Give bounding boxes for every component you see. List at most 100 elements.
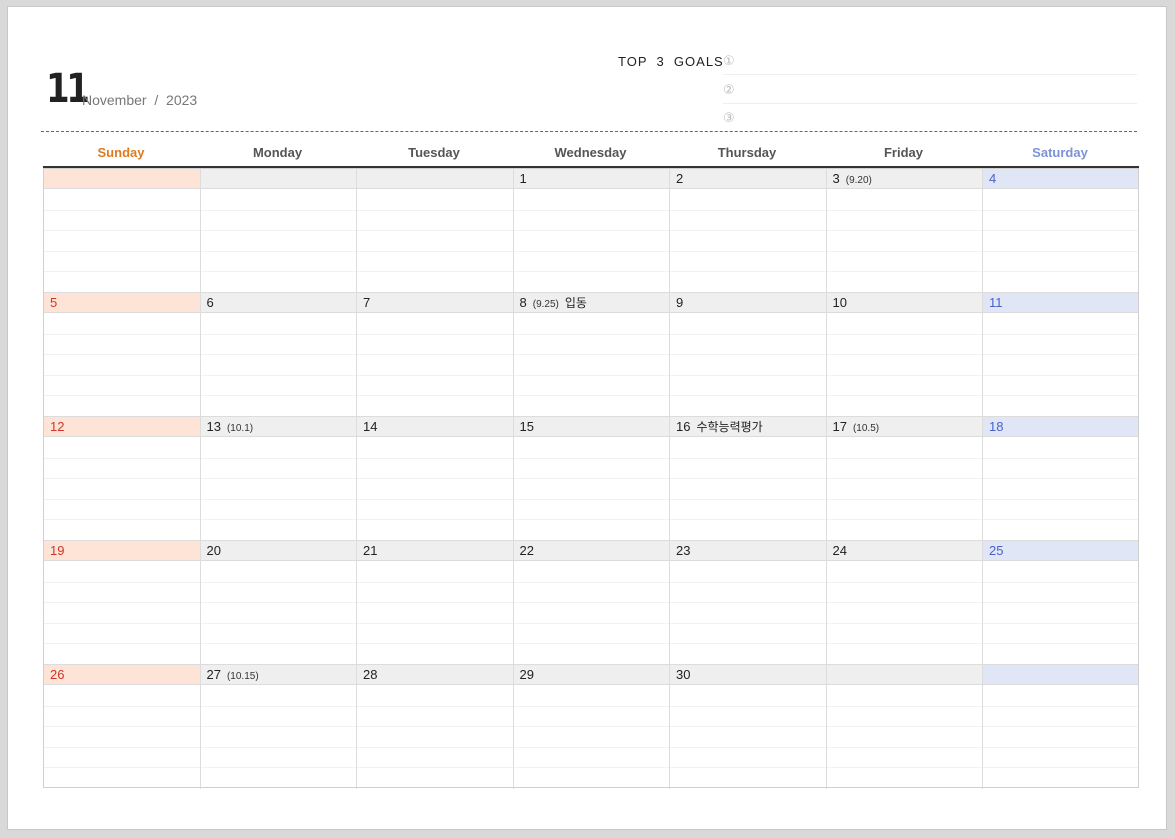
goal-row-3[interactable]: ③ <box>723 104 1137 132</box>
writing-line <box>670 478 826 480</box>
writing-line <box>670 271 826 273</box>
calendar-grid: 1 2 3 (9.20) 4 5 6 7 8 (9.25) 입동 9 10 11 12 13 (10.1) 14 1… <box>43 168 1139 789</box>
writing-line <box>983 354 1138 356</box>
day-cell[interactable]: 9 <box>670 293 827 417</box>
day-cell[interactable]: 1 <box>513 169 670 293</box>
day-number: 27 <box>206 667 221 682</box>
day-cell[interactable]: 27 (10.15) <box>200 665 357 789</box>
day-cell[interactable]: 26 <box>44 665 201 789</box>
writing-line <box>513 726 669 728</box>
writing-line <box>357 250 513 252</box>
lunar-date: (10.5) <box>852 423 880 434</box>
writing-line <box>826 643 982 645</box>
day-cell[interactable]: 24 <box>826 541 983 665</box>
weekday-header-friday: Friday <box>883 145 923 160</box>
day-cell[interactable] <box>44 169 201 293</box>
writing-line <box>513 746 669 748</box>
day-cell-header <box>983 665 1138 685</box>
weekday-header-thursday: Thursday <box>717 145 777 160</box>
day-number: 4 <box>989 171 997 186</box>
day-cell-header: 22 <box>513 541 669 561</box>
writing-line <box>983 622 1138 624</box>
day-cell[interactable]: 29 <box>513 665 670 789</box>
day-cell[interactable]: 2 <box>670 169 827 293</box>
writing-line <box>670 250 826 252</box>
goal-row-1[interactable]: ① <box>723 47 1137 75</box>
writing-line <box>357 602 513 604</box>
day-cell[interactable]: 8 (9.25) 입동 <box>513 293 670 417</box>
day-cell[interactable]: 19 <box>44 541 201 665</box>
lunar-date: (9.20) <box>845 175 872 186</box>
day-cell-header <box>44 169 200 189</box>
writing-line <box>357 746 513 748</box>
writing-line <box>513 643 669 645</box>
writing-line <box>513 602 669 604</box>
day-cell[interactable]: 14 <box>357 417 514 541</box>
day-cell[interactable] <box>983 665 1138 789</box>
writing-line <box>44 767 200 769</box>
writing-line <box>670 333 826 335</box>
writing-line <box>357 767 513 769</box>
day-cell-header: 1 <box>513 169 669 189</box>
day-number: 23 <box>676 543 691 558</box>
day-cell[interactable] <box>826 665 983 789</box>
day-number: 5 <box>50 295 58 310</box>
day-cell-header: 15 <box>513 417 669 437</box>
day-cell[interactable]: 15 <box>513 417 670 541</box>
day-cell[interactable]: 28 <box>357 665 514 789</box>
weekday-header-sunday: Sunday <box>97 145 145 160</box>
writing-line <box>983 726 1138 728</box>
day-cell[interactable]: 5 <box>44 293 201 417</box>
day-cell[interactable]: 10 <box>826 293 983 417</box>
day-number: 14 <box>363 419 378 434</box>
day-cell-header: 16 수학능력평가 <box>670 417 826 437</box>
writing-line <box>513 705 669 707</box>
day-cell[interactable]: 7 <box>357 293 514 417</box>
day-cell[interactable]: 20 <box>200 541 357 665</box>
day-number: 26 <box>50 667 65 682</box>
day-cell[interactable]: 13 (10.1) <box>200 417 357 541</box>
day-cell[interactable]: 21 <box>357 541 514 665</box>
day-number: 20 <box>206 543 221 558</box>
writing-line <box>200 746 356 748</box>
writing-line <box>44 209 200 211</box>
day-cell[interactable]: 4 <box>983 169 1138 293</box>
day-cell-header: 10 <box>826 293 982 313</box>
day-cell[interactable]: 25 <box>983 541 1138 665</box>
goal-row-2[interactable]: ② <box>723 76 1137 104</box>
writing-line <box>513 271 669 273</box>
day-number: 19 <box>50 543 65 558</box>
day-cell[interactable]: 3 (9.20) <box>826 169 983 293</box>
day-cell[interactable]: 11 <box>983 293 1138 417</box>
writing-line <box>513 354 669 356</box>
day-cell-header: 2 <box>670 169 826 189</box>
writing-line <box>826 767 982 769</box>
day-cell[interactable]: 17 (10.5) <box>826 417 983 541</box>
weekday-header-monday: Monday <box>252 145 303 160</box>
day-number: 17 <box>832 419 847 434</box>
day-cell[interactable]: 6 <box>200 293 357 417</box>
weekday-header-wednesday: Wednesday <box>554 145 627 160</box>
day-cell[interactable] <box>200 169 357 293</box>
writing-line <box>670 498 826 500</box>
goal-marker-1: ① <box>723 53 735 68</box>
day-number: 16 <box>676 419 691 434</box>
day-event-label: 수학능력평가 <box>696 420 763 434</box>
day-cell[interactable]: 16 수학능력평가 <box>670 417 827 541</box>
day-cell[interactable]: 22 <box>513 541 670 665</box>
writing-line <box>983 333 1138 335</box>
day-cell[interactable]: 30 <box>670 665 827 789</box>
writing-line <box>983 746 1138 748</box>
writing-line <box>670 209 826 211</box>
day-cell-header: 6 <box>200 293 356 313</box>
day-cell[interactable]: 18 <box>983 417 1138 541</box>
writing-line <box>200 767 356 769</box>
writing-line <box>513 209 669 211</box>
day-cell[interactable] <box>357 169 514 293</box>
writing-line <box>513 581 669 583</box>
writing-line <box>826 395 982 397</box>
day-cell[interactable]: 23 <box>670 541 827 665</box>
day-number: 13 <box>206 419 221 434</box>
day-cell[interactable]: 12 <box>44 417 201 541</box>
day-number: 9 <box>676 295 684 310</box>
